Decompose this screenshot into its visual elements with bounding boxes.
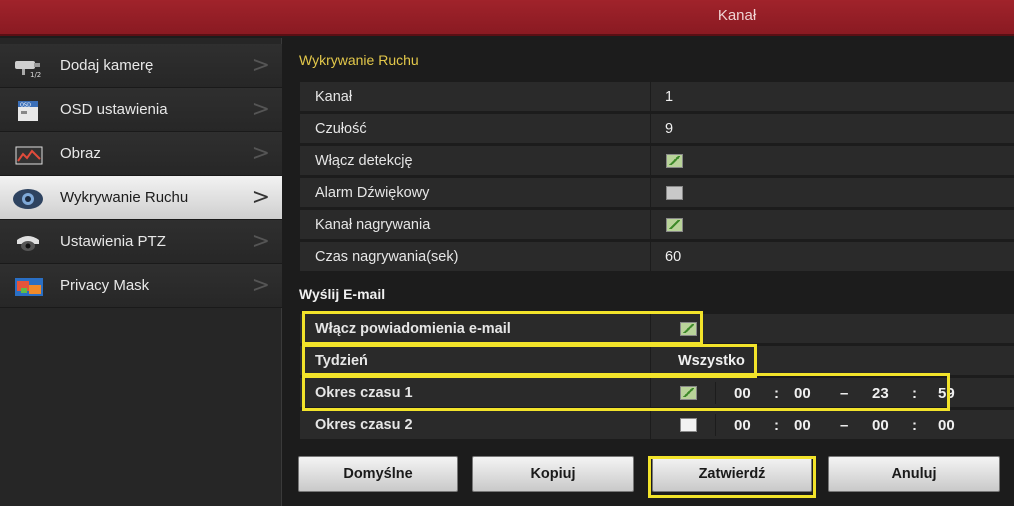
ptz-icon	[12, 232, 44, 254]
start-hour-field[interactable]: 00	[734, 385, 751, 402]
chevron-right-icon: >	[251, 229, 270, 254]
start-minute-field[interactable]: 00	[794, 417, 811, 434]
email-enable-checkbox[interactable]	[680, 322, 697, 336]
time-separator: :	[774, 385, 779, 402]
sidebar-item-add-camera[interactable]: 1/2 Dodaj kamerę >	[0, 44, 282, 88]
sidebar-item-image[interactable]: Obraz >	[0, 132, 282, 176]
setting-row-channel[interactable]: Kanał 1	[300, 82, 1014, 112]
sidebar-item-label: Privacy Mask	[60, 277, 150, 294]
buzzer-alarm-checkbox[interactable]	[666, 186, 683, 200]
chevron-right-icon: >	[251, 273, 270, 298]
setting-row-email-enable[interactable]: Włącz powiadomienia e-mail	[300, 314, 1014, 344]
divider	[650, 346, 651, 376]
confirm-button[interactable]: Zatwierdź	[652, 456, 812, 492]
sidebar-item-privacy-mask[interactable]: Privacy Mask >	[0, 264, 282, 308]
divider	[650, 82, 651, 112]
setting-label: Alarm Dźwiękowy	[315, 185, 430, 201]
setting-label: Włącz powiadomienia e-mail	[315, 321, 511, 337]
sidebar: 1/2 Dodaj kamerę > OSD OSD ustawienia > …	[0, 38, 282, 506]
default-button[interactable]: Domyślne	[298, 456, 458, 492]
period-2-checkbox[interactable]	[680, 418, 697, 432]
enable-detection-checkbox[interactable]	[666, 154, 683, 168]
title-bar: Kanał	[0, 0, 1014, 36]
svg-text:OSD: OSD	[20, 103, 31, 109]
record-time-input[interactable]: 60	[665, 249, 681, 265]
divider	[650, 210, 651, 240]
camera-icon: 1/2	[12, 56, 44, 79]
setting-label: Czas nagrywania(sek)	[315, 249, 459, 265]
cancel-button[interactable]: Anuluj	[828, 456, 1000, 492]
divider	[650, 178, 651, 208]
channel-select[interactable]: 1	[665, 89, 673, 105]
motion-icon	[12, 188, 44, 210]
end-minute-field[interactable]: 00	[938, 417, 955, 434]
setting-label: Kanał nagrywania	[315, 217, 431, 233]
osd-icon: OSD	[12, 100, 44, 122]
chevron-right-icon: >	[251, 53, 270, 78]
sidebar-item-label: Obraz	[60, 145, 101, 162]
sensitivity-select[interactable]: 9	[665, 121, 673, 137]
setting-label: Włącz detekcję	[315, 153, 413, 169]
copy-button[interactable]: Kopiuj	[472, 456, 634, 492]
divider	[650, 242, 651, 272]
email-section-title: Wyślij E-mail	[299, 286, 386, 302]
window-title: Kanał	[717, 7, 757, 24]
setting-row-record-time[interactable]: Czas nagrywania(sek) 60	[300, 242, 1014, 272]
sidebar-item-osd[interactable]: OSD OSD ustawienia >	[0, 88, 282, 132]
sidebar-item-label: Dodaj kamerę	[60, 57, 154, 74]
setting-row-enable-detection[interactable]: Włącz detekcję	[300, 146, 1014, 176]
period-1-time-range[interactable]: 00 : 00 – 23 : 59	[715, 382, 1014, 404]
time-separator: :	[912, 385, 917, 402]
setting-label: Kanał	[315, 89, 353, 105]
setting-row-period-1[interactable]: Okres czasu 1 00 : 00 – 23 : 59	[300, 378, 1014, 408]
setting-label: Czułość	[315, 121, 367, 137]
divider	[650, 378, 651, 408]
svg-text:1/2: 1/2	[30, 71, 41, 78]
setting-row-record-channel[interactable]: Kanał nagrywania	[300, 210, 1014, 240]
end-hour-field[interactable]: 23	[872, 385, 889, 402]
chevron-right-icon: >	[251, 141, 270, 166]
range-separator: –	[840, 385, 849, 402]
time-separator: :	[912, 417, 917, 434]
setting-row-week[interactable]: Tydzień Wszystko	[300, 346, 1014, 376]
range-separator: –	[840, 417, 849, 434]
divider	[650, 410, 651, 440]
sidebar-item-label: Wykrywanie Ruchu	[60, 189, 189, 206]
divider	[650, 114, 651, 144]
sidebar-item-motion-detection[interactable]: Wykrywanie Ruchu >	[0, 176, 282, 220]
start-hour-field[interactable]: 00	[734, 417, 751, 434]
setting-label: Okres czasu 2	[315, 417, 413, 433]
divider	[650, 146, 651, 176]
time-separator: :	[774, 417, 779, 434]
setting-row-period-2[interactable]: Okres czasu 2 00 : 00 – 00 : 00	[300, 410, 1014, 440]
week-select[interactable]: Wszystko	[678, 353, 745, 369]
sidebar-item-ptz[interactable]: Ustawienia PTZ >	[0, 220, 282, 264]
privacy-mask-icon	[12, 276, 44, 298]
period-1-checkbox[interactable]	[680, 386, 697, 400]
setting-label: Tydzień	[315, 353, 368, 369]
chevron-right-icon: >	[251, 185, 270, 210]
period-2-time-range[interactable]: 00 : 00 – 00 : 00	[715, 414, 1014, 436]
main-panel: Wykrywanie Ruchu Kanał 1 Czułość 9 Włącz…	[286, 40, 1014, 506]
chevron-right-icon: >	[251, 97, 270, 122]
setting-label: Okres czasu 1	[315, 385, 413, 401]
motion-section-title: Wykrywanie Ruchu	[299, 52, 419, 68]
image-icon	[12, 144, 44, 166]
record-channel-checkbox[interactable]	[666, 218, 683, 232]
start-minute-field[interactable]: 00	[794, 385, 811, 402]
sidebar-item-label: Ustawienia PTZ	[60, 233, 166, 250]
setting-row-buzzer-alarm[interactable]: Alarm Dźwiękowy	[300, 178, 1014, 208]
divider	[650, 314, 651, 344]
setting-row-sensitivity[interactable]: Czułość 9	[300, 114, 1014, 144]
end-hour-field[interactable]: 00	[872, 417, 889, 434]
sidebar-item-label: OSD ustawienia	[60, 101, 168, 118]
end-minute-field[interactable]: 59	[938, 385, 955, 402]
